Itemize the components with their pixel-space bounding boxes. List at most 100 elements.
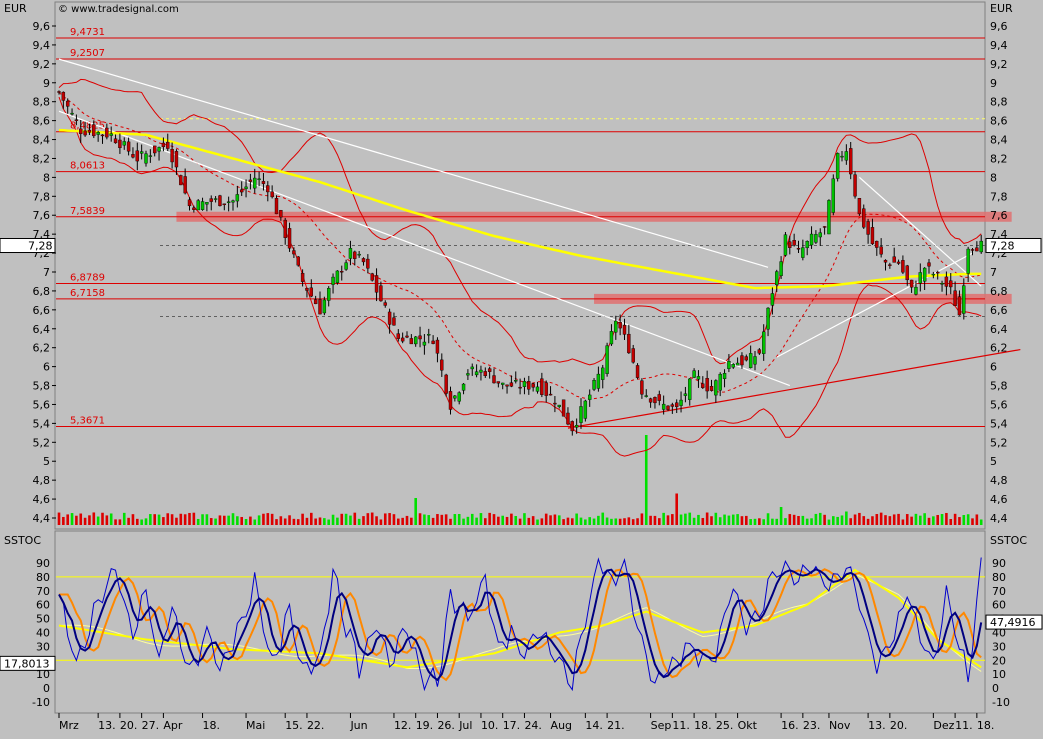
volume-bar (166, 513, 170, 525)
price-tick-right: 7,6 (990, 209, 1008, 222)
candle-body (818, 232, 822, 238)
volume-bar (179, 513, 183, 525)
price-tick-right: 6 (990, 361, 997, 374)
volume-bar (479, 513, 483, 525)
volume-bar (301, 513, 304, 525)
candle-body (487, 368, 492, 372)
volume-bar (671, 514, 674, 525)
price-tick-right: 9,6 (990, 20, 1008, 33)
candle-body (975, 247, 979, 252)
x-tick-label: 20. (120, 719, 137, 732)
volume-bar (83, 517, 87, 525)
candle-body (179, 175, 183, 186)
watermark: © www.tradesignal.com (58, 4, 179, 15)
volume-bar (879, 512, 883, 525)
stoch-tick-right: 60 (992, 599, 1006, 612)
candle-body (222, 203, 227, 206)
volume-bar (136, 518, 139, 525)
candle-body (253, 177, 257, 189)
volume-bar (575, 513, 578, 525)
volume-bar (623, 518, 626, 525)
x-tick-label: 24. (524, 719, 542, 732)
candle-body (109, 133, 113, 136)
candle-body (331, 276, 335, 285)
candle-body (144, 153, 148, 164)
volume-bar (923, 513, 926, 525)
volume-bar (592, 518, 596, 525)
stoch-tick-right: 90 (992, 557, 1006, 570)
stoch-tick-left: 40 (36, 627, 50, 640)
candle-body (805, 241, 809, 249)
candle-body (474, 371, 479, 376)
stock-chart: 9,47319,25078,48258,06137,58396,87896,71… (0, 0, 1043, 735)
volume-bar (514, 515, 518, 525)
x-tick-label: 15. (285, 719, 303, 732)
candle-body (609, 331, 614, 345)
level-label: 6,7158 (70, 288, 105, 299)
volume-bar (218, 515, 222, 525)
candle-body (444, 374, 448, 394)
price-tick-right: 6,8 (990, 285, 1008, 298)
candle-body (87, 129, 92, 133)
volume-bar (379, 519, 383, 525)
volume-bar (201, 514, 204, 525)
candle-body (944, 276, 949, 287)
stoch-tick-left: 90 (36, 557, 50, 570)
candle-body (200, 201, 205, 210)
candle-body (392, 317, 396, 326)
stoch-tick-right: 70 (992, 585, 1006, 598)
candle-body (970, 249, 975, 251)
volume-bar (492, 514, 496, 525)
price-tick-right: 7 (990, 266, 997, 279)
candle-body (949, 280, 953, 288)
candle-body (161, 142, 166, 147)
volume-bar (771, 518, 774, 525)
candle-body (614, 320, 618, 333)
volume-bar (692, 517, 696, 525)
volume-bar (562, 519, 565, 525)
candle-body (187, 199, 192, 207)
candle-body (157, 147, 161, 152)
candle-body (683, 393, 688, 396)
x-tick-label: Jun (349, 719, 367, 732)
volume-bar (610, 518, 613, 525)
candle-body (235, 194, 240, 202)
x-tick-label: Dez (933, 719, 954, 732)
candle-body (940, 282, 944, 285)
volume-bar (283, 518, 287, 525)
candle-body (100, 134, 105, 137)
price-tick-right: 8 (990, 171, 997, 184)
stoch-tick-right: 20 (992, 654, 1006, 667)
candle-body (635, 365, 640, 378)
price-tick-right: 8,8 (990, 96, 1008, 109)
volume-bar (745, 515, 748, 525)
candle-body (827, 200, 831, 235)
candle-body (631, 348, 635, 363)
volume-bar (627, 517, 631, 525)
x-tick-label: 22. (307, 719, 325, 732)
candle-body (809, 233, 814, 246)
volume-bar (231, 513, 235, 525)
candle-body (453, 395, 457, 399)
candle-body (601, 367, 605, 380)
volume-bar (766, 513, 770, 525)
volume-bar (749, 519, 752, 525)
volume-bar (209, 518, 213, 525)
candle-body (566, 412, 570, 425)
candle-body (183, 176, 187, 194)
volume-bar (497, 516, 500, 525)
candle-body (239, 189, 244, 193)
candle-body (266, 185, 270, 193)
price-tick-right: 9,2 (990, 58, 1008, 71)
volume-bar (910, 516, 913, 525)
volume-bar (566, 517, 570, 525)
volume-bar (96, 516, 100, 525)
x-tick-label: Jul (458, 719, 472, 732)
volume-bar (792, 514, 796, 525)
x-tick-label: 18. (977, 719, 995, 732)
candle-body (849, 148, 853, 175)
level-label: 5,3671 (70, 415, 105, 426)
volume-bar (801, 515, 805, 525)
volume-bar (818, 512, 822, 525)
volume-bar (662, 512, 665, 525)
